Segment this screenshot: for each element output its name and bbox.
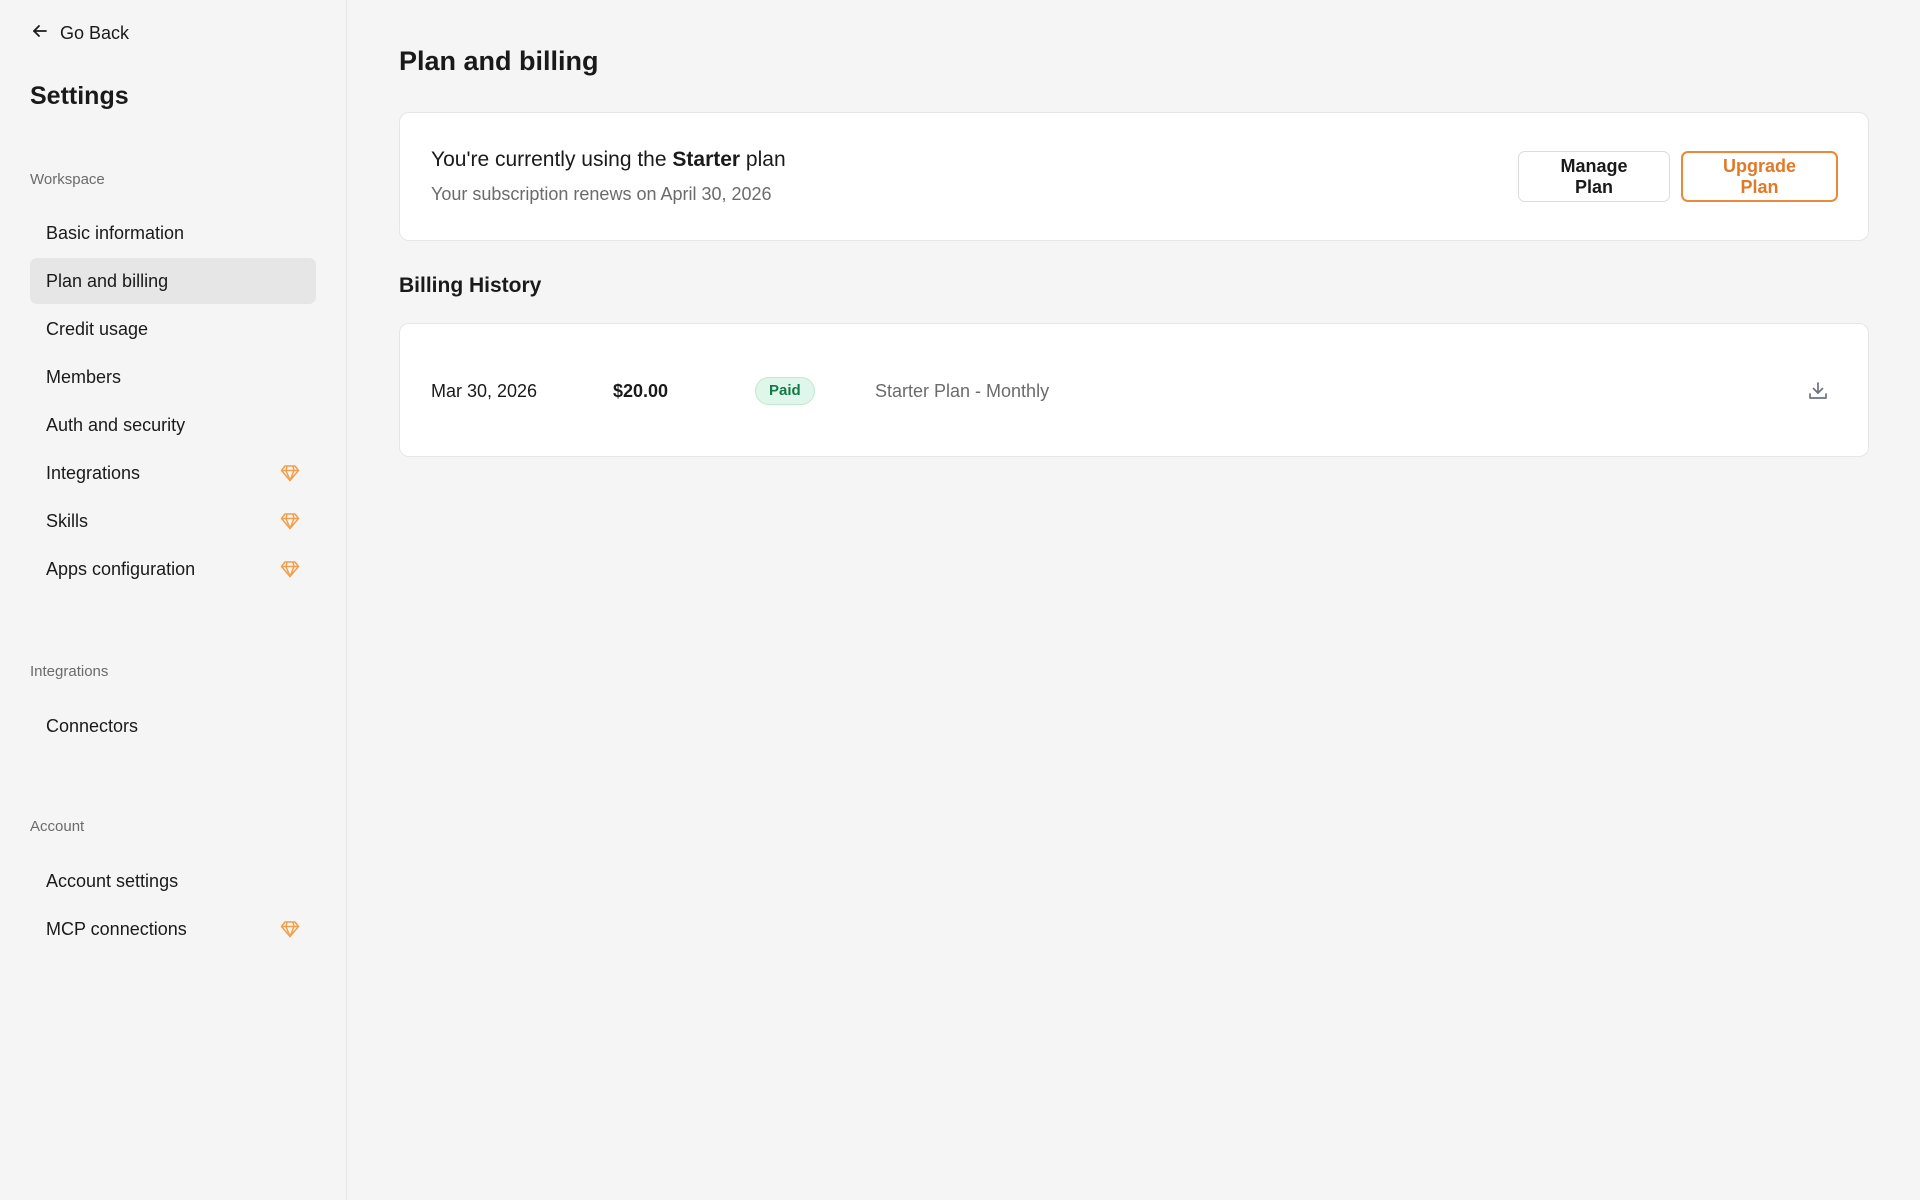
sidebar-item-label: Skills (46, 510, 89, 531)
sidebar-item-label: Credit usage (46, 318, 149, 339)
sidebar-item-credit-usage[interactable]: Credit usage (30, 306, 316, 352)
sidebar-item-skills[interactable]: Skills (30, 498, 316, 544)
sidebar-item-auth-and-security[interactable]: Auth and security (30, 402, 316, 448)
sidebar-item-label: Connectors (46, 715, 139, 736)
sidebar-item-members[interactable]: Members (30, 354, 316, 400)
sidebar-item-integrations[interactable]: Integrations (30, 450, 316, 496)
billing-status-cell: Paid (755, 377, 875, 405)
billing-amount: $20.00 (613, 380, 669, 401)
main-content: Plan and billing You're currently using … (347, 0, 1920, 1200)
sidebar-item-label: Apps configuration (46, 558, 196, 579)
sidebar-item-label: Plan and billing (46, 270, 169, 291)
renewal-text: Your subscription renews on April 30, 20… (431, 184, 772, 204)
table-row: Mar 30, 2026 $20.00 Paid Starter Plan - … (400, 324, 1868, 458)
section-label-workspace: Workspace (30, 171, 105, 188)
plan-headline-prefix: You're currently using the (431, 148, 673, 171)
sidebar-item-basic-information[interactable]: Basic information (30, 210, 316, 256)
sidebar-item-label: Basic information (46, 222, 185, 243)
sidebar-item-connectors[interactable]: Connectors (30, 703, 316, 749)
sidebar-item-apps-configuration[interactable]: Apps configuration (30, 546, 316, 592)
nav-list-integrations: Connectors (30, 703, 316, 751)
section-label-integrations: Integrations (30, 663, 109, 680)
plan-text: You're currently using the Starter plan … (431, 148, 786, 205)
sidebar-item-mcp-connections[interactable]: MCP connections (30, 906, 316, 952)
sidebar-item-label: Account settings (46, 870, 179, 891)
sidebar-item-label: Auth and security (46, 414, 186, 435)
sidebar: Go Back Settings Workspace Basic informa… (0, 0, 347, 1200)
go-back-link[interactable]: Go Back (30, 20, 129, 46)
billing-date: Mar 30, 2026 (431, 380, 538, 401)
go-back-label: Go Back (60, 22, 130, 43)
nav-list-workspace: Basic information Plan and billing Credi… (30, 210, 316, 594)
gem-icon (280, 559, 300, 579)
arrow-left-icon (30, 21, 50, 46)
settings-title: Settings (30, 82, 129, 110)
nav-list-account: Account settings MCP connections (30, 858, 316, 954)
download-icon[interactable] (1806, 379, 1830, 403)
sidebar-item-label: MCP connections (46, 918, 187, 939)
sidebar-item-label: Integrations (46, 462, 141, 483)
plan-actions: Manage Plan Upgrade Plan (1518, 151, 1838, 202)
sidebar-item-label: Members (46, 366, 122, 387)
billing-history-title: Billing History (399, 274, 542, 297)
upgrade-plan-button[interactable]: Upgrade Plan (1681, 151, 1838, 202)
section-label-account: Account (30, 818, 85, 835)
status-badge: Paid (755, 377, 815, 405)
app: Go Back Settings Workspace Basic informa… (0, 0, 1920, 1200)
page-title: Plan and billing (399, 46, 599, 76)
sidebar-item-account-settings[interactable]: Account settings (30, 858, 316, 904)
billing-history-card: Mar 30, 2026 $20.00 Paid Starter Plan - … (399, 323, 1869, 457)
manage-plan-button[interactable]: Manage Plan (1518, 151, 1670, 202)
plan-headline: You're currently using the Starter plan (431, 148, 786, 172)
sidebar-item-plan-and-billing[interactable]: Plan and billing (30, 258, 316, 304)
gem-icon (280, 511, 300, 531)
current-plan-card: You're currently using the Starter plan … (399, 112, 1869, 241)
plan-name: Starter (672, 148, 741, 171)
gem-icon (280, 463, 300, 483)
gem-icon (280, 919, 300, 939)
plan-headline-suffix: plan (740, 148, 786, 171)
billing-description: Starter Plan - Monthly (875, 380, 1050, 401)
